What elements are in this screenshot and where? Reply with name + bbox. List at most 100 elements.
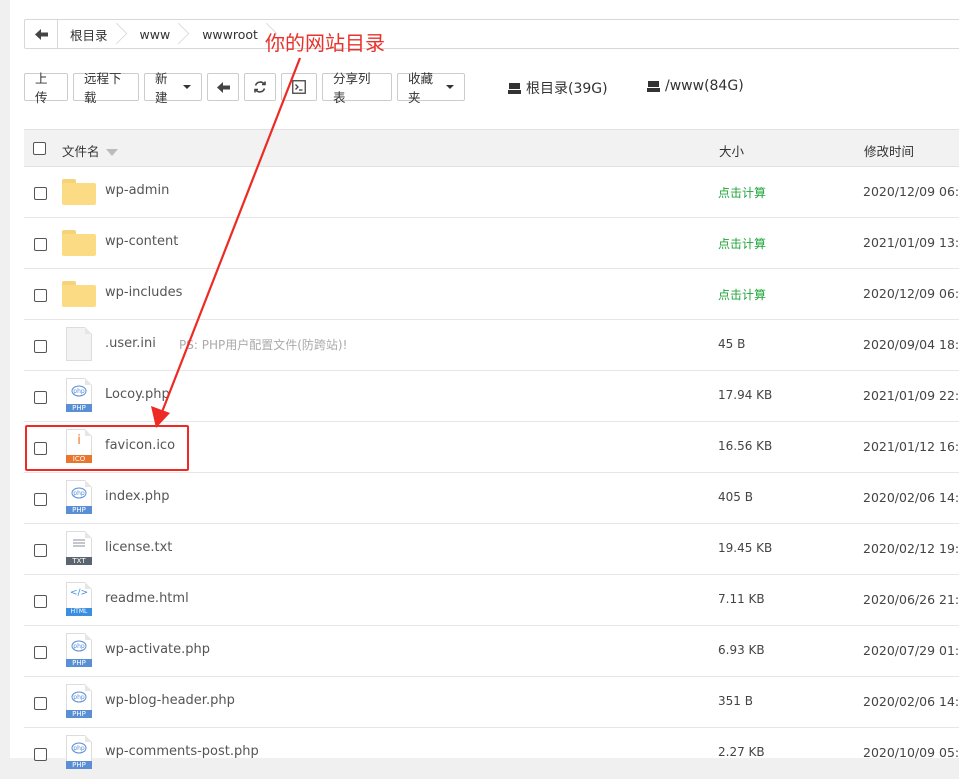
breadcrumb-back-button[interactable] [25,20,58,48]
file-size: 17.94 KB [718,388,773,402]
php-file-icon: php PHP [62,633,96,667]
terminal-button[interactable] [281,73,317,101]
php-file-icon: php PHP [62,378,96,412]
file-size: 6.93 KB [718,643,765,657]
file-name[interactable]: wp-blog-header.php [105,693,235,708]
php-file-icon: php PHP [62,735,96,769]
file-mtime: 2020/02/06 14:33 [863,694,959,709]
header-name[interactable]: 文件名 [62,141,118,160]
caret-down-icon [446,85,454,89]
row-checkbox[interactable] [34,697,47,710]
folder-icon [62,174,96,208]
row-checkbox[interactable] [34,595,47,608]
favorites-button[interactable]: 收藏夹 [397,71,465,105]
file-size: 7.11 KB [718,592,765,606]
file-name[interactable]: readme.html [105,591,189,606]
file-mtime: 2020/09/04 18:32 [863,337,959,352]
file-name[interactable]: .user.ini [105,336,156,351]
file-mtime: 2021/01/09 13:58 [863,235,959,250]
folder-icon [62,225,96,259]
file-size: 45 B [718,337,746,351]
refresh-button[interactable] [244,73,276,101]
row-checkbox[interactable] [34,391,47,404]
blank-file-icon [62,327,96,361]
file-name[interactable]: wp-comments-post.php [105,744,259,759]
file-size: 19.45 KB [718,541,773,555]
row-checkbox[interactable] [34,340,47,353]
file-table-header: 文件名 大小 修改时间 [24,129,959,167]
header-size[interactable]: 大小 [719,141,744,160]
file-name[interactable]: wp-admin [105,183,169,198]
file-size[interactable]: 点击计算 [718,235,766,252]
file-size: 16.56 KB [718,439,773,453]
table-row[interactable]: wp-includes 点击计算 2020/12/09 06:13 [24,269,959,320]
file-size[interactable]: 点击计算 [718,184,766,201]
upload-button[interactable]: 上传 [24,71,68,105]
table-row[interactable]: wp-admin 点击计算 2020/12/09 06:13 [24,167,959,218]
file-mtime: 2020/12/09 06:13 [863,286,959,301]
caret-down-icon [183,85,191,89]
breadcrumb: 根目录 www wwwroot [24,19,959,49]
row-checkbox[interactable] [34,493,47,506]
file-name[interactable]: license.txt [105,540,172,555]
svg-text:php: php [73,490,85,497]
hard-drive-icon [508,82,521,94]
file-mtime: 2021/01/09 22:33 [863,388,959,403]
table-row[interactable]: </> HTML readme.html 7.11 KB 2020/06/26 … [24,575,959,626]
table-row[interactable]: wp-content 点击计算 2021/01/09 13:58 [24,218,959,269]
hard-drive-icon [647,80,660,92]
annotation-highlight-box [25,425,189,471]
txt-file-icon: TXT [62,531,96,565]
file-name[interactable]: wp-content [105,234,178,249]
row-checkbox[interactable] [34,187,47,200]
header-name-label: 文件名 [62,144,100,159]
new-button-label: 新建 [155,71,168,105]
file-name[interactable]: wp-includes [105,285,182,300]
select-all-checkbox[interactable] [33,142,46,155]
terminal-icon [292,80,306,94]
table-row[interactable]: TXT license.txt 19.45 KB 2020/02/12 19:5… [24,524,959,575]
php-file-icon: php PHP [62,480,96,514]
row-checkbox[interactable] [34,238,47,251]
svg-text:php: php [73,388,85,395]
row-checkbox[interactable] [34,646,47,659]
file-size: 2.27 KB [718,745,765,759]
file-size: 351 B [718,694,753,708]
file-mtime: 2020/06/26 21:58 [863,592,959,607]
file-name[interactable]: wp-activate.php [105,642,210,657]
file-mtime: 2021/01/12 16:48 [863,439,959,454]
disk-www[interactable]: /www(84G) [647,78,744,94]
file-mtime: 2020/07/29 01:20 [863,643,959,658]
back-button[interactable] [207,73,239,101]
table-row[interactable]: php PHP index.php 405 B 2020/02/06 14:33 [24,473,959,524]
table-row[interactable]: .user.ini PS: PHP用户配置文件(防跨站)! 45 B 2020/… [24,320,959,371]
folder-icon [62,276,96,310]
php-file-icon: php PHP [62,684,96,718]
share-list-button[interactable]: 分享列表 [322,71,392,105]
row-checkbox[interactable] [34,289,47,302]
svg-text:php: php [73,694,85,701]
svg-text:php: php [73,643,85,650]
arrow-left-icon [34,28,48,40]
breadcrumb-item-root[interactable]: 根目录 [58,20,128,48]
arrow-left-icon [216,81,230,93]
header-mtime[interactable]: 修改时间 [864,141,914,160]
table-row[interactable]: php PHP Locoy.php 17.94 KB 2021/01/09 22… [24,371,959,422]
remote-download-button[interactable]: 远程下载 [73,71,139,105]
disk-root[interactable]: 根目录(39G) [508,78,608,98]
refresh-icon [254,81,266,93]
file-name[interactable]: index.php [105,489,169,504]
file-mtime: 2020/02/06 14:33 [863,490,959,505]
file-size: 405 B [718,490,753,504]
new-button[interactable]: 新建 [144,71,202,105]
disk-root-label: 根目录(39G) [526,81,608,97]
row-checkbox[interactable] [34,748,47,761]
table-row[interactable]: php PHP wp-activate.php 6.93 KB 2020/07/… [24,626,959,677]
table-row[interactable]: php PHP wp-blog-header.php 351 B 2020/02… [24,677,959,728]
row-checkbox[interactable] [34,544,47,557]
breadcrumb-item-www[interactable]: www [128,20,191,48]
html-file-icon: </> HTML [62,582,96,616]
table-row[interactable]: php PHP wp-comments-post.php 2.27 KB 202… [24,728,959,779]
file-name[interactable]: Locoy.php [105,387,170,402]
file-size[interactable]: 点击计算 [718,286,766,303]
